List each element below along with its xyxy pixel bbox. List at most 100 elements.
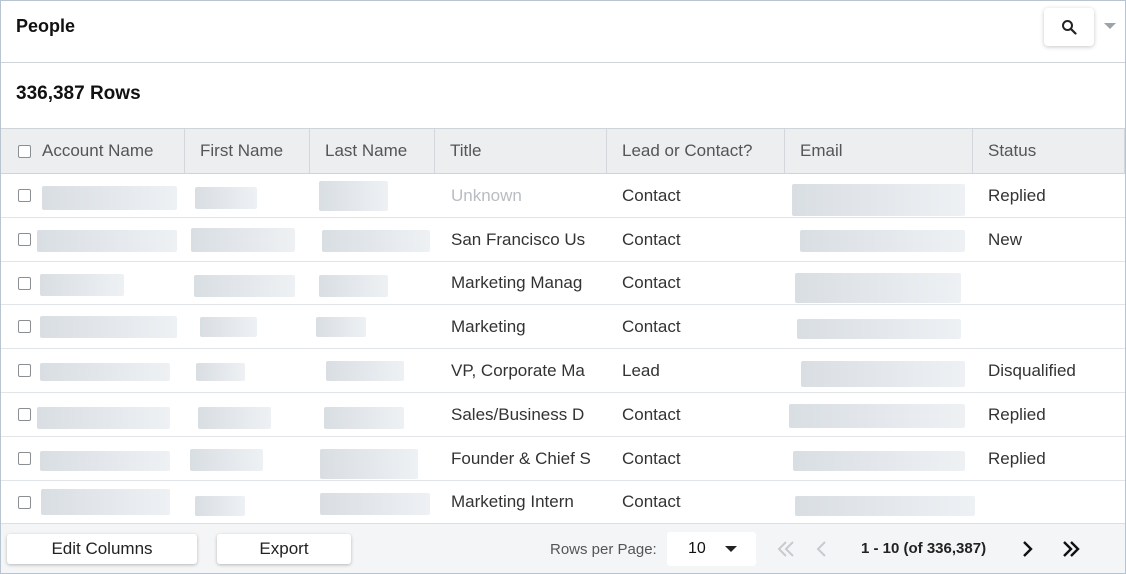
title-cell: Marketing Manag [451, 273, 583, 292]
row-checkbox-cell [18, 218, 31, 261]
lead-or-contact-cell: Contact [622, 492, 681, 511]
search-icon [1062, 20, 1077, 35]
row-checkbox[interactable] [18, 364, 31, 377]
export-button[interactable]: Export [217, 534, 351, 564]
redacted-first-name [195, 496, 245, 516]
lead-or-contact-cell: Contact [622, 185, 681, 205]
table-row[interactable]: VP, Corporate Ma Lead Disqualified [1, 349, 1125, 393]
redacted-first-name [195, 187, 257, 209]
title-cell: Marketing [451, 316, 526, 336]
redacted-last-name [326, 361, 404, 381]
status-cell: Replied [988, 448, 1046, 468]
row-count: 336,387 Rows [16, 83, 141, 104]
double-chevron-right-icon [1063, 541, 1080, 557]
rows-per-page-value: 10 [688, 540, 706, 557]
redacted-last-name [320, 493, 430, 515]
status-cell: Replied [988, 185, 1046, 205]
chevron-left-icon [816, 541, 826, 557]
redacted-last-name [324, 407, 404, 429]
redacted-account-name [40, 451, 170, 471]
row-checkbox[interactable] [18, 408, 31, 421]
redacted-email [800, 230, 965, 252]
next-page-button[interactable] [1015, 537, 1039, 561]
search-button[interactable] [1044, 8, 1094, 46]
row-checkbox[interactable] [18, 233, 31, 246]
column-header-lead-or-contact[interactable]: Lead or Contact? [607, 129, 785, 173]
redacted-last-name [316, 317, 366, 337]
column-label: Title [450, 141, 482, 160]
status-cell: New [988, 229, 1023, 249]
table-row[interactable]: Marketing Contact [1, 305, 1125, 349]
redacted-first-name [196, 363, 245, 381]
double-chevron-left-icon [777, 541, 794, 557]
title-cell: Marketing Intern [451, 492, 574, 511]
row-checkbox[interactable] [18, 495, 31, 509]
redacted-first-name [191, 228, 295, 252]
panel-header: People [1, 1, 1125, 63]
column-header-first-name[interactable]: First Name [185, 129, 310, 173]
row-checkbox-cell [18, 481, 31, 523]
rows-per-page-select[interactable]: 10 [667, 532, 756, 566]
redacted-account-name [37, 230, 177, 252]
table-row[interactable]: Marketing Manag Contact [1, 262, 1125, 305]
redacted-email [792, 184, 965, 216]
row-checkbox-cell [18, 393, 31, 436]
redacted-email [801, 361, 965, 387]
redacted-account-name [40, 363, 170, 381]
redacted-first-name [190, 449, 263, 471]
first-page-button[interactable] [774, 537, 798, 561]
redacted-email [793, 451, 965, 471]
chevron-down-icon [725, 546, 737, 552]
page-title: People [16, 16, 76, 36]
row-checkbox-cell [18, 305, 31, 348]
column-header-status[interactable]: Status [973, 129, 1125, 173]
column-label: Last Name [325, 141, 408, 160]
redacted-email [795, 496, 975, 516]
row-checkbox-cell [18, 262, 31, 304]
select-all-checkbox[interactable] [18, 144, 31, 158]
last-page-button[interactable] [1059, 537, 1083, 561]
table-row[interactable]: San Francisco Us Contact New [1, 218, 1125, 262]
redacted-email [797, 319, 961, 339]
edit-columns-button[interactable]: Edit Columns [7, 534, 197, 564]
redacted-last-name [319, 275, 388, 297]
row-checkbox[interactable] [18, 452, 31, 465]
redacted-account-name [40, 316, 177, 338]
row-checkbox[interactable] [18, 276, 31, 290]
redacted-first-name [200, 317, 257, 337]
lead-or-contact-cell: Contact [622, 448, 681, 468]
row-checkbox-cell [18, 174, 31, 217]
row-checkbox[interactable] [18, 320, 31, 333]
previous-page-button[interactable] [810, 537, 834, 561]
column-header-title[interactable]: Title [435, 129, 607, 173]
redacted-first-name [194, 275, 295, 297]
table-footer: Edit Columns Export Rows per Page: 10 1 … [1, 523, 1125, 573]
row-checkbox[interactable] [18, 189, 31, 202]
table-row[interactable]: Unknown Contact Replied [1, 174, 1125, 218]
column-label: Lead or Contact? [622, 141, 753, 160]
people-panel: People 336,387 Rows Account Name First N… [0, 0, 1126, 574]
column-header-last-name[interactable]: Last Name [310, 129, 435, 173]
table-row[interactable]: Marketing Intern Contact [1, 481, 1125, 523]
redacted-account-name [42, 186, 177, 210]
title-cell: Unknown [451, 185, 522, 205]
column-header-email[interactable]: Email [785, 129, 973, 173]
redacted-first-name [198, 407, 271, 429]
header-menu-toggle[interactable] [1102, 19, 1118, 31]
lead-or-contact-cell: Contact [622, 404, 681, 424]
column-label: First Name [200, 141, 284, 160]
redacted-email [795, 273, 961, 303]
lead-or-contact-cell: Lead [622, 360, 660, 380]
table-row[interactable]: Founder & Chief S Contact Replied [1, 437, 1125, 481]
title-cell: VP, Corporate Ma [451, 360, 585, 380]
status-cell: Disqualified [988, 360, 1076, 380]
column-header-account-name[interactable]: Account Name [1, 129, 185, 173]
column-label: Account Name [42, 141, 154, 160]
rows-per-page-label: Rows per Page: [550, 541, 657, 558]
column-label: Status [988, 141, 1037, 160]
lead-or-contact-cell: Contact [622, 229, 681, 249]
chevron-right-icon [1023, 541, 1033, 557]
status-cell: Replied [988, 404, 1046, 424]
table-row[interactable]: Sales/Business D Contact Replied [1, 393, 1125, 437]
redacted-email [789, 404, 965, 428]
